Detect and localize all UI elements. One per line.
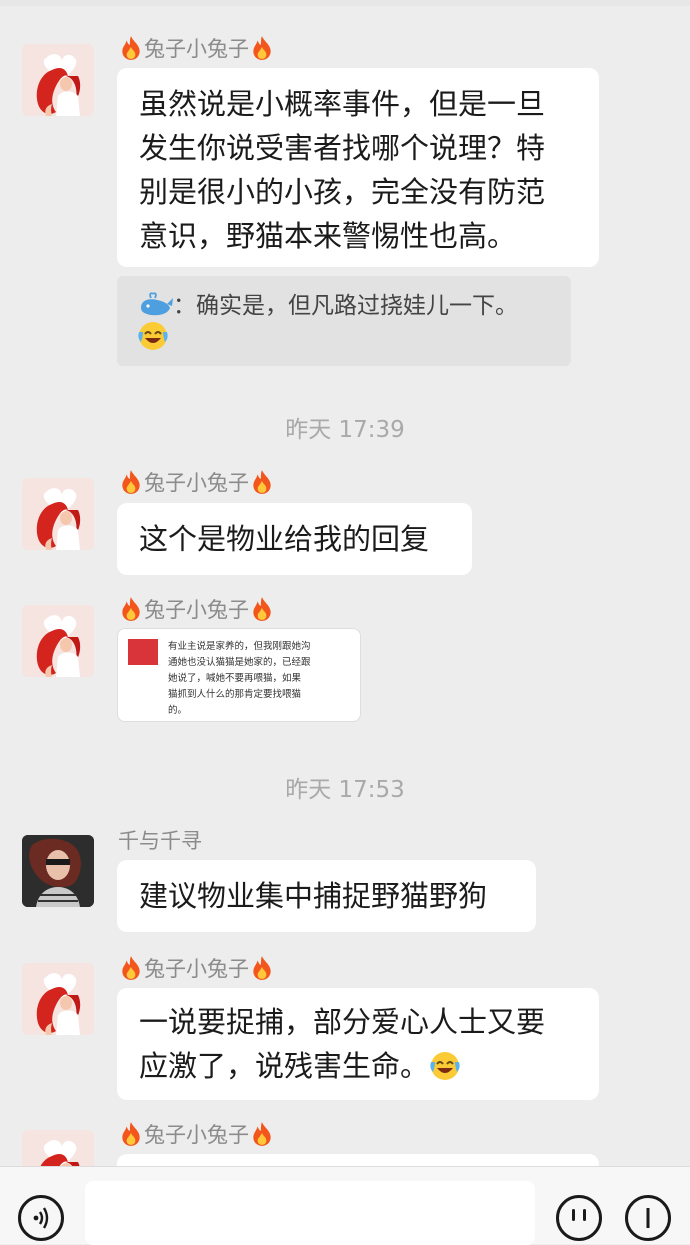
message-line: 一说要捉捕，部分爱心人士又要	[139, 1005, 546, 1039]
timestamp: 昨天 17:39	[285, 417, 405, 443]
sender-name: 兔子小兔子	[118, 34, 275, 64]
sender-name-text: 兔子小兔子	[144, 37, 249, 61]
image-message[interactable]: 有业主说是家养的，但我刚跟她沟 通她也没认猫猫是她家的，已经跟 她说了，喊她不要…	[117, 628, 361, 722]
sender-name-text: 兔子小兔子	[144, 1123, 249, 1147]
fire-icon	[249, 596, 275, 622]
avatar[interactable]	[22, 1130, 94, 1166]
plus-button[interactable]	[625, 1195, 671, 1241]
image-text-line: 猫抓到人什么的那肯定要找喂猫	[168, 689, 302, 700]
message-line: 别是很小的小孩，完全没有防范	[139, 175, 546, 209]
image-text-line: 的。	[168, 705, 188, 716]
emoji-button[interactable]	[556, 1195, 602, 1241]
sender-name: 兔子小兔子	[118, 954, 275, 984]
sender-name: 兔子小兔子	[118, 1120, 275, 1150]
laughing-crying-emoji	[429, 1050, 461, 1082]
input-bar	[0, 1166, 690, 1245]
fire-icon	[249, 1121, 275, 1147]
sender-name-text: 千与千寻	[118, 829, 202, 853]
avatar[interactable]	[22, 44, 94, 116]
avatar[interactable]	[22, 605, 94, 677]
timestamp: 昨天 17:53	[285, 777, 405, 803]
fire-icon	[118, 35, 144, 61]
image-logo	[128, 639, 158, 665]
avatar[interactable]	[22, 478, 94, 550]
message-bubble[interactable]	[117, 1154, 599, 1166]
message-line: 应激了，说残害生命。	[139, 1044, 577, 1088]
laughing-crying-emoji	[137, 320, 169, 352]
message-bubble[interactable]: 一说要捉捕，部分爱心人士又要 应激了，说残害生命。	[117, 988, 599, 1100]
avatar[interactable]	[22, 963, 94, 1035]
image-text: 有业主说是家养的，但我刚跟她沟 通她也没认猫猫是她家的，已经跟 她说了，喊她不要…	[168, 639, 348, 719]
fire-icon	[249, 35, 275, 61]
fire-icon	[249, 955, 275, 981]
quote-text: ：确实是，但凡路过挠娃儿一下。	[173, 293, 518, 319]
message-line: 这个是物业给我的回复	[139, 522, 430, 556]
message-bubble[interactable]: 建议物业集中捕捉野猫野狗	[117, 860, 536, 932]
fire-icon	[118, 955, 144, 981]
image-text-line: 通她也没认猫猫是她家的，已经跟	[168, 657, 311, 668]
avatar[interactable]	[22, 835, 94, 907]
message-input[interactable]	[85, 1181, 535, 1245]
voice-button[interactable]	[18, 1195, 64, 1241]
fire-icon	[118, 596, 144, 622]
sender-name: 兔子小兔子	[118, 595, 275, 625]
message-bubble[interactable]: 虽然说是小概率事件，但是一旦 发生你说受害者找哪个说理？特 别是很小的小孩，完全…	[117, 68, 599, 267]
message-line: 建议物业集中捕捉野猫野狗	[139, 879, 488, 913]
message-line: 虽然说是小概率事件，但是一旦	[139, 87, 546, 121]
sender-name: 千与千寻	[118, 826, 202, 856]
sender-name-text: 兔子小兔子	[144, 471, 249, 495]
voice-icon	[33, 1207, 49, 1229]
message-line: 发生你说受害者找哪个说理？特	[139, 131, 546, 165]
image-text-line: 有业主说是家养的，但我刚跟她沟	[168, 641, 311, 652]
plus-icon	[646, 1208, 650, 1228]
fire-icon	[118, 1121, 144, 1147]
message-bubble[interactable]: 这个是物业给我的回复	[117, 503, 472, 575]
image-text-line: 她说了，喊她不要再喂猫，如果	[168, 673, 302, 684]
sender-name-text: 兔子小兔子	[144, 957, 249, 981]
fire-icon	[118, 469, 144, 495]
message-line: 意识，野猫本来警惕性也高。	[139, 219, 517, 253]
top-divider	[0, 0, 690, 6]
emoji-icon	[572, 1209, 586, 1221]
message-line-text: 应激了，说残害生命。	[139, 1049, 430, 1083]
quoted-reply[interactable]: ：确实是，但凡路过挠娃儿一下。	[117, 276, 571, 366]
fire-icon	[249, 469, 275, 495]
sender-name-text: 兔子小兔子	[144, 598, 249, 622]
sender-name: 兔子小兔子	[118, 468, 275, 498]
whale-icon	[141, 292, 173, 316]
